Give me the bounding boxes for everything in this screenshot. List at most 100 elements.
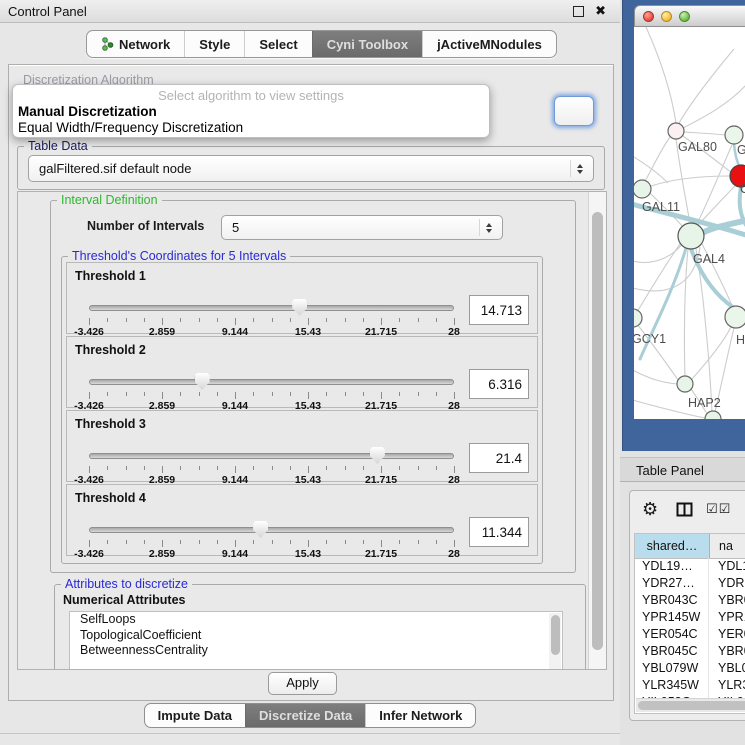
tick-mark: [454, 318, 455, 325]
tick-mark: [290, 318, 291, 322]
tick-mark: [144, 318, 145, 322]
number-of-intervals-combobox[interactable]: 5: [221, 215, 503, 240]
horizontal-scrollbar[interactable]: [636, 698, 745, 712]
attribute-item-betweennesscentrality[interactable]: BetweennessCentrality: [70, 643, 562, 659]
threshold-value-field[interactable]: [469, 517, 529, 547]
node-gcy1[interactable]: [634, 309, 642, 327]
tab-select[interactable]: Select: [244, 31, 311, 57]
slider-thumb[interactable]: [370, 447, 385, 464]
dropdown-option-manual-discretization[interactable]: Manual Discretization: [13, 104, 489, 120]
tick-mark: [107, 392, 108, 396]
dropdown-option-equal-width-frequency-discretization[interactable]: Equal Width/Frequency Discretization: [13, 120, 489, 136]
node-gal4[interactable]: [678, 223, 704, 249]
attribute-item-selfloops[interactable]: SelfLoops: [70, 612, 562, 628]
attributes-group-label: Attributes to discretize: [61, 577, 192, 591]
gear-icon[interactable]: ⚙: [642, 499, 658, 520]
node-gal80[interactable]: [668, 123, 684, 139]
tick-mark: [199, 318, 200, 322]
table-data-value: galFiltered.sif default node: [39, 161, 570, 176]
tick-mark: [144, 392, 145, 396]
tick-mark: [290, 466, 291, 470]
network-nodes[interactable]: [634, 123, 745, 419]
vertical-scrollbar[interactable]: [588, 192, 606, 669]
tick-mark: [454, 466, 455, 473]
tab-network[interactable]: Network: [87, 31, 184, 57]
close-traffic-light-icon[interactable]: [643, 11, 654, 22]
network-graph: GAL80 GA C GAL11 GAL4 GCY1 H HAP2: [634, 27, 745, 419]
scrollbar-thumb[interactable]: [638, 701, 745, 710]
threshold-value-field[interactable]: [469, 443, 529, 473]
thresholds-group-label: Threshold's Coordinates for 5 Intervals: [68, 249, 290, 263]
slider-track[interactable]: [89, 527, 454, 533]
threshold-slider[interactable]: -3.4262.8599.14415.4321.71528: [89, 373, 454, 405]
close-icon[interactable]: ✖: [595, 3, 606, 19]
table-row[interactable]: YLR345WYLR3: [635, 677, 745, 694]
table-row[interactable]: YBR045CYBR0: [635, 643, 745, 660]
cell-name: YDL1: [709, 558, 745, 575]
node-gal11[interactable]: [634, 180, 651, 198]
attribute-item-topologicalcoefficient[interactable]: TopologicalCoefficient: [70, 628, 562, 644]
tick-mark: [89, 318, 90, 325]
tick-label: 15.43: [295, 548, 321, 560]
tick-mark: [199, 540, 200, 544]
threshold-value-field[interactable]: [469, 369, 529, 399]
minimize-traffic-light-icon[interactable]: [661, 11, 672, 22]
tick-mark: [253, 318, 254, 322]
node-hap2[interactable]: [677, 376, 693, 392]
float-window-icon[interactable]: [573, 6, 584, 17]
apply-button[interactable]: Apply: [268, 672, 337, 695]
tab-jactivemnodules[interactable]: jActiveMNodules: [422, 31, 556, 57]
node-h[interactable]: [725, 306, 745, 328]
bottom-tab-discretize-data[interactable]: Discretize Data: [245, 704, 365, 727]
bottom-tab-impute-data[interactable]: Impute Data: [145, 704, 245, 727]
tab-style[interactable]: Style: [184, 31, 244, 57]
threshold-slider[interactable]: -3.4262.8599.14415.4321.71528: [89, 299, 454, 331]
slider-thumb[interactable]: [253, 521, 268, 538]
table-row[interactable]: YER054CYER0: [635, 626, 745, 643]
slider-track[interactable]: [89, 379, 454, 385]
zoom-traffic-light-icon[interactable]: [679, 11, 690, 22]
table-row[interactable]: YDL19…YDL1: [635, 558, 745, 575]
tick-mark: [107, 318, 108, 322]
attributes-scrollbar[interactable]: [549, 613, 561, 670]
tick-mark: [180, 466, 181, 470]
tab-cyni-toolbox[interactable]: Cyni Toolbox: [312, 31, 422, 57]
threshold-list: Threshold 1-3.4262.8599.14415.4321.71528…: [66, 262, 538, 558]
select-columns-icons[interactable]: ☑☑: [706, 502, 731, 517]
table-row[interactable]: YDR27…YDR2: [635, 575, 745, 592]
screen: Control Panel ✖ NetworkStyleSelectCyni T…: [0, 0, 745, 745]
node[interactable]: [725, 126, 743, 144]
column-header-shared-name[interactable]: shared…: [635, 534, 710, 558]
slider-thumb[interactable]: [195, 373, 210, 390]
table-data-combobox[interactable]: galFiltered.sif default node: [28, 155, 594, 182]
node-label: H: [736, 333, 745, 347]
tick-mark: [326, 392, 327, 396]
slider-thumb[interactable]: [292, 299, 307, 316]
split-column-icon[interactable]: [676, 502, 693, 517]
numerical-attributes-label: Numerical Attributes: [63, 593, 185, 607]
bottom-tab-infer-network[interactable]: Infer Network: [365, 704, 475, 727]
slider-track[interactable]: [89, 305, 454, 311]
tick-mark: [272, 540, 273, 544]
scrollbar-thumb[interactable]: [592, 212, 603, 650]
tick-mark: [235, 318, 236, 325]
tick-mark: [454, 540, 455, 547]
tick-mark: [363, 540, 364, 544]
node[interactable]: [705, 411, 721, 419]
table-row[interactable]: YBL079WYBL0: [635, 660, 745, 677]
divider: [0, 733, 620, 734]
numerical-attributes-list[interactable]: SelfLoopsTopologicalCoefficientBetweenne…: [69, 611, 563, 670]
threshold-label: Threshold 2: [75, 343, 146, 357]
cell-shared-name: YPR145W: [635, 609, 709, 626]
threshold-slider[interactable]: -3.4262.8599.14415.4321.71528: [89, 447, 454, 479]
network-canvas[interactable]: GAL80 GA C GAL11 GAL4 GCY1 H HAP2: [634, 27, 745, 419]
table-row[interactable]: YBR043CYBR0: [635, 592, 745, 609]
threshold-value-field[interactable]: [469, 295, 529, 325]
slider-track[interactable]: [89, 453, 454, 459]
table-panel-titlebar: Table Panel: [620, 457, 745, 482]
threshold-slider[interactable]: -3.4262.8599.14415.4321.71528: [89, 521, 454, 553]
table-row[interactable]: YPR145WYPR1: [635, 609, 745, 626]
column-header-name[interactable]: na: [710, 534, 745, 558]
algorithm-combobox[interactable]: [554, 96, 594, 126]
cell-name: YER0: [709, 626, 745, 643]
